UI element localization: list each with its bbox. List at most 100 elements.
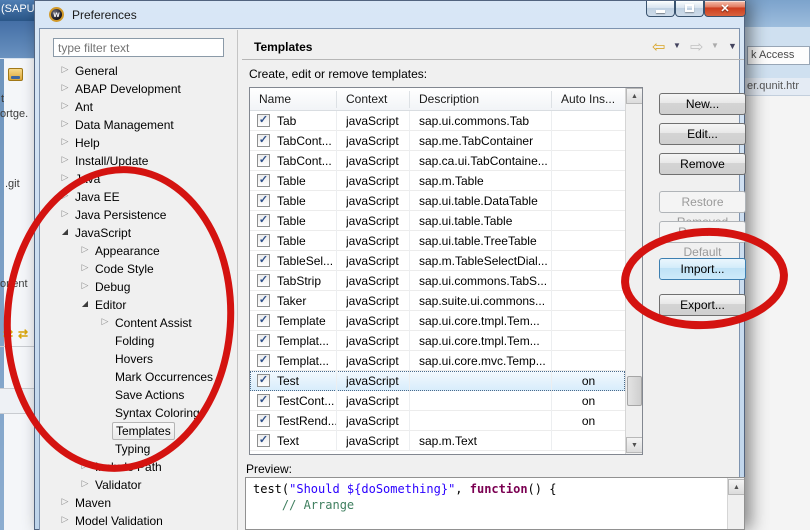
table-row[interactable]: ✓TestRend...javaScripton	[250, 411, 625, 431]
table-row[interactable]: ✓TextjavaScriptsap.m.Text	[250, 431, 625, 451]
table-row[interactable]: ✓TablejavaScriptsap.ui.table.DataTable	[250, 191, 625, 211]
maximize-button[interactable]	[675, 1, 704, 17]
collapsed-arrow-icon[interactable]: ▷	[79, 478, 91, 489]
preferences-dialog: w Preferences ✕ ▷General▷ABAP Developmen…	[34, 0, 745, 530]
collapsed-arrow-icon[interactable]: ▷	[59, 514, 71, 525]
cell-name: TestRend...	[277, 414, 337, 428]
import-button[interactable]: Import...	[659, 258, 746, 280]
column-header-description[interactable]: Description	[410, 92, 552, 106]
row-checkbox[interactable]: ✓	[257, 334, 270, 347]
collapsed-arrow-icon[interactable]: ▷	[59, 496, 71, 507]
forward-arrow-icon[interactable]: ⇨	[690, 37, 703, 57]
edit-button[interactable]: Edit...	[659, 123, 746, 145]
dialog-titlebar[interactable]: w Preferences	[36, 1, 743, 28]
collapsed-arrow-icon[interactable]: ▷	[59, 118, 71, 129]
row-checkbox[interactable]: ✓	[257, 314, 270, 327]
row-checkbox[interactable]: ✓	[257, 114, 270, 127]
row-checkbox[interactable]: ✓	[257, 294, 270, 307]
forward-dropdown-icon[interactable]: ▼	[711, 41, 719, 50]
scrollbar-thumb[interactable]	[627, 376, 642, 406]
cell-description: sap.ui.commons.Tab	[419, 114, 552, 128]
row-checkbox[interactable]: ✓	[257, 214, 270, 227]
table-row[interactable]: ✓TablejavaScriptsap.ui.table.TreeTable	[250, 231, 625, 251]
minimize-button[interactable]	[646, 1, 675, 17]
scroll-up-icon[interactable]: ▲	[728, 479, 745, 495]
table-row[interactable]: ✓TablejavaScriptsap.ui.table.Table	[250, 211, 625, 231]
back-arrow-icon[interactable]: ⇦	[652, 37, 665, 57]
column-header-name[interactable]: Name	[250, 92, 337, 106]
templates-table[interactable]: NameContextDescriptionAuto Ins... ✓Tabja…	[249, 87, 643, 455]
code-segment-plain: test(	[253, 482, 289, 496]
table-scrollbar[interactable]: ▲ ▼	[625, 88, 642, 454]
table-row[interactable]: ✓TakerjavaScriptsap.suite.ui.commons...	[250, 291, 625, 311]
table-row[interactable]: ✓TablejavaScriptsap.m.Table	[250, 171, 625, 191]
row-checkbox[interactable]: ✓	[257, 374, 270, 387]
table-row[interactable]: ✓TemplatejavaScriptsap.ui.core.tmpl.Tem.…	[250, 311, 625, 331]
collapsed-arrow-icon[interactable]: ▷	[59, 172, 71, 183]
collapsed-arrow-icon[interactable]: ▷	[59, 208, 71, 219]
column-header-context[interactable]: Context	[337, 92, 410, 106]
collapsed-arrow-icon[interactable]: ▷	[59, 136, 71, 147]
row-checkbox[interactable]: ✓	[257, 254, 270, 267]
column-header-auto-ins[interactable]: Auto Ins...	[552, 92, 625, 106]
collapsed-arrow-icon[interactable]: ▷	[59, 154, 71, 165]
row-checkbox[interactable]: ✓	[257, 414, 270, 427]
scroll-down-icon[interactable]: ▼	[626, 437, 643, 453]
row-checkbox[interactable]: ✓	[257, 394, 270, 407]
scroll-up-icon[interactable]: ▲	[626, 88, 643, 104]
preview-box[interactable]: test("Should ${doSomething}", function()…	[245, 477, 745, 530]
table-row[interactable]: ✓TabStripjavaScriptsap.ui.commons.TabS..…	[250, 271, 625, 291]
tree-item-label: Model Validation	[72, 513, 166, 529]
collapsed-arrow-icon[interactable]: ▷	[99, 316, 111, 327]
expanded-arrow-icon[interactable]: ◢	[79, 299, 91, 308]
table-row[interactable]: ✓TestjavaScripton	[250, 371, 625, 391]
export-button[interactable]: Export...	[659, 294, 746, 316]
collapsed-arrow-icon[interactable]: ▷	[79, 262, 91, 273]
cell-name: Taker	[277, 294, 337, 308]
background-text-fragment: onent	[0, 278, 28, 290]
filter-input[interactable]	[53, 38, 224, 57]
collapsed-arrow-icon[interactable]: ▷	[79, 460, 91, 471]
row-checkbox[interactable]: ✓	[257, 194, 270, 207]
collapsed-arrow-icon[interactable]: ▷	[79, 280, 91, 291]
table-row[interactable]: ✓Templat...javaScriptsap.ui.core.tmpl.Te…	[250, 331, 625, 351]
close-button[interactable]: ✕	[704, 1, 746, 17]
table-row[interactable]: ✓TableSel...javaScriptsap.m.TableSelectD…	[250, 251, 625, 271]
expanded-arrow-icon[interactable]: ◢	[59, 227, 71, 236]
tree-item-label: Maven	[72, 495, 114, 511]
row-checkbox[interactable]: ✓	[257, 154, 270, 167]
tree-item-label: Folding	[112, 333, 157, 349]
row-checkbox[interactable]: ✓	[257, 354, 270, 367]
preview-scrollbar[interactable]: ▲	[727, 478, 744, 529]
column-separator	[336, 371, 337, 391]
collapsed-arrow-icon[interactable]: ▷	[59, 64, 71, 75]
row-checkbox[interactable]: ✓	[257, 434, 270, 447]
view-menu-icon[interactable]: ▼	[728, 41, 737, 51]
tree-item-label: Ant	[72, 99, 96, 115]
collapsed-arrow-icon[interactable]: ▷	[59, 190, 71, 201]
collapsed-arrow-icon[interactable]: ▷	[59, 100, 71, 111]
column-separator	[409, 271, 410, 291]
row-checkbox[interactable]: ✓	[257, 134, 270, 147]
row-checkbox[interactable]: ✓	[257, 274, 270, 287]
column-separator	[551, 291, 552, 311]
table-row[interactable]: ✓TestCont...javaScripton	[250, 391, 625, 411]
new-button[interactable]: New...	[659, 93, 746, 115]
cell-name: TabCont...	[277, 154, 337, 168]
back-dropdown-icon[interactable]: ▼	[673, 41, 681, 50]
pane-sash[interactable]	[237, 30, 238, 530]
table-row[interactable]: ✓Templat...javaScriptsap.ui.core.mvc.Tem…	[250, 351, 625, 371]
column-separator	[551, 151, 552, 171]
table-row[interactable]: ✓TabjavaScriptsap.ui.commons.Tab	[250, 111, 625, 131]
remove-button[interactable]: Remove	[659, 153, 746, 175]
row-checkbox[interactable]: ✓	[257, 234, 270, 247]
row-checkbox[interactable]: ✓	[257, 174, 270, 187]
table-row[interactable]: ✓TabCont...javaScriptsap.me.TabContainer	[250, 131, 625, 151]
tree-item-label: Java	[72, 171, 103, 187]
table-row[interactable]: ✓TabCont...javaScriptsap.ca.ui.TabContai…	[250, 151, 625, 171]
tree-item-label: Typing	[112, 441, 153, 457]
collapsed-arrow-icon[interactable]: ▷	[59, 82, 71, 93]
collapsed-arrow-icon[interactable]: ▷	[79, 244, 91, 255]
quick-access-box[interactable]: k Access	[747, 46, 810, 65]
revert-to-default-button: Revert to Default	[659, 221, 746, 243]
